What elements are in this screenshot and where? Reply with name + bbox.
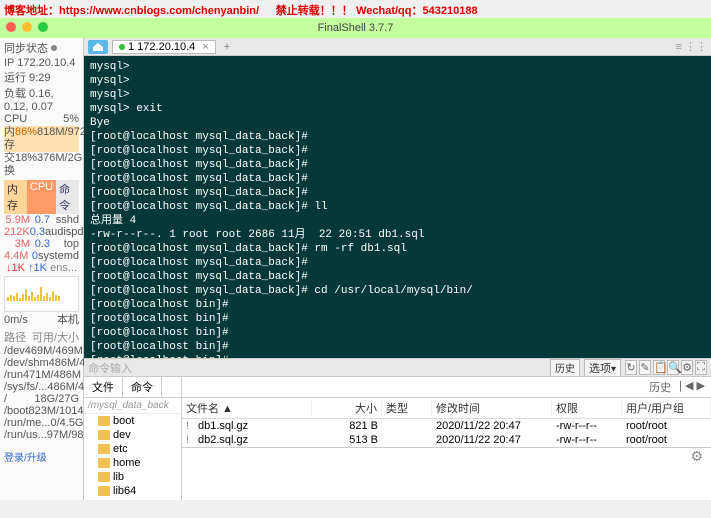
session-tab[interactable]: 1 172.20.10.4× [112, 40, 216, 54]
terminal[interactable]: mysql> mysql> mysql> mysql> exit Bye [ro… [84, 56, 711, 358]
folder-icon [98, 444, 110, 454]
traffic-lights[interactable] [6, 22, 48, 32]
window-title: FinalShell 3.7.7 [0, 18, 711, 38]
disk-row: /run/me...0/4.5G [4, 417, 79, 429]
folder-icon [98, 416, 110, 426]
gear-icon[interactable]: ⚙ [182, 447, 711, 465]
login-link[interactable]: 登录/升级 [4, 449, 79, 464]
tree-item[interactable]: lib [84, 470, 181, 484]
blog-link[interactable]: https://www.cnblogs.com/chenyanbin/ [59, 5, 259, 17]
add-tab[interactable]: + [220, 41, 234, 53]
process-row: 212K0.3audispd [4, 226, 79, 238]
tree-item[interactable]: home [84, 456, 181, 470]
disk-row: /18G/27G [4, 393, 79, 405]
disk-row: /dev/shm486M/486M [4, 357, 79, 369]
tree-path[interactable]: /mysql_data_back [84, 398, 181, 414]
watermark: 博客地址：https://www.cnblogs.com/chenyanbin/… [4, 2, 478, 18]
sidebar: 同步状态 IP 172.20.10.4 运行 9:29 负载 0.16, 0.1… [0, 38, 84, 500]
home-tab[interactable] [88, 40, 108, 54]
folder-icon [98, 472, 110, 482]
sidebar-tabs[interactable]: 内存CPU命令 [4, 180, 79, 214]
process-row: 4.4M0systemd [4, 250, 79, 262]
folder-icon [98, 430, 110, 440]
process-row: 3M0.3top [4, 238, 79, 250]
file-header[interactable]: 文件名 ▲大小类型修改时间权限用户/用户组 [182, 398, 711, 419]
process-row: 5.9M0.7sshd [4, 214, 79, 226]
tree-item[interactable]: dev [84, 428, 181, 442]
file-list: 历史| ◀ ▶ 文件名 ▲大小类型修改时间权限用户/用户组 !db1.sql.g… [182, 377, 711, 500]
command-input[interactable]: 命令输入 [88, 360, 132, 376]
disk-row: /run471M/486M [4, 369, 79, 381]
disk-row: /boot823M/1014M [4, 405, 79, 417]
history-button[interactable]: 历史 [550, 359, 580, 377]
tree-item[interactable]: etc [84, 442, 181, 456]
network-chart [4, 276, 79, 312]
window-titlebar: FinalShell 3.7.7 [0, 18, 711, 38]
file-row[interactable]: !db2.sql.gz513 B2020/11/22 20:47-rw-r--r… [182, 433, 711, 447]
folder-icon [98, 458, 110, 468]
tree-tab-cmd[interactable]: 命令 [123, 377, 162, 397]
file-row[interactable]: !db1.sql.gz821 B2020/11/22 20:47-rw-r--r… [182, 419, 711, 433]
tree-item[interactable]: lib64 [84, 484, 181, 498]
file-tree: 文件命令 /mysql_data_back bootdevetchomelibl… [84, 377, 182, 500]
sidebar-ip: IP 172.20.10.4 [4, 57, 79, 69]
close-icon[interactable]: × [202, 41, 208, 53]
disk-row: /run/us...97M/98M [4, 429, 79, 441]
command-input-bar: 命令输入 历史 选项▾ ↻✎📋🔍⚙⛶ [84, 358, 711, 376]
folder-icon [98, 486, 110, 496]
session-tabs: 1 172.20.10.4× + ≡ ⋮⋮ [84, 38, 711, 56]
toolbar-icons[interactable]: ↻✎📋🔍⚙⛶ [625, 360, 707, 375]
file-history-button[interactable]: 历史 [649, 379, 671, 395]
disk-row: /sys/fs/...486M/486M [4, 381, 79, 393]
disk-row: /dev469M/469M [4, 345, 79, 357]
tree-tab-file[interactable]: 文件 [84, 377, 123, 397]
option-button[interactable]: 选项▾ [584, 359, 621, 377]
tab-options-icon[interactable]: ≡ ⋮⋮ [676, 40, 711, 53]
tree-item[interactable]: boot [84, 414, 181, 428]
